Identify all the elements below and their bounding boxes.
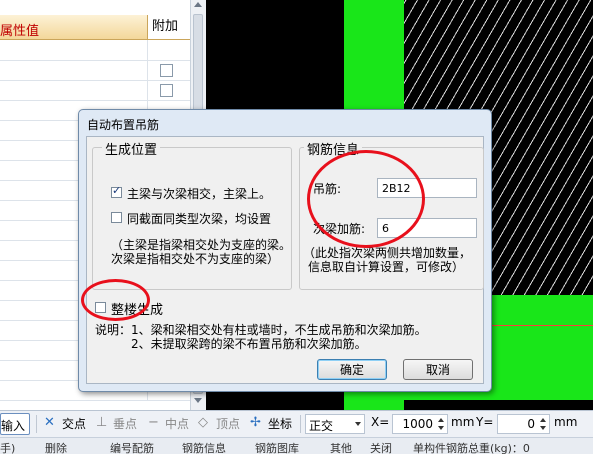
toolbar2-item[interactable]: 删除 [45,440,67,454]
auto-hanger-dialog: 自动布置吊筋 生成位置 主梁与次梁相交，主梁上。 同截面同类型次梁，均设置 （主… [78,109,492,392]
property-row[interactable] [0,60,190,81]
y-coordinate-value: 0 [527,417,535,431]
snap-toolbar: 输入 ✕ 交点 ⊥ 垂点 − 中点 ◇ 顶点 ✢ 坐标 正交 X= 1000 m… [0,410,593,438]
toolbar-separator [36,415,37,433]
midpoint-snap-icon[interactable]: − [148,415,159,430]
spin-up-icon[interactable] [438,418,444,422]
y-coordinate-input[interactable]: 0 [497,414,550,434]
cancel-button[interactable]: 取消 [403,359,473,380]
extra-checkbox[interactable] [160,84,173,97]
ortho-mode-value: 正交 [309,419,334,433]
column-header-extra: 附加 [147,15,190,39]
toolbar2-item: 单构件钢筋总重(kg)：0 [413,442,530,454]
property-row[interactable] [0,40,190,61]
rebar-note-line1: （此处指次梁两侧共增加数量， [303,246,472,260]
ok-button[interactable]: 确定 [317,359,387,380]
vertex-snap-icon[interactable]: ◇ [198,415,208,430]
coordinate-snap[interactable]: 坐标 [268,415,292,432]
toolbar2-item[interactable]: 钢筋信息 [182,440,226,454]
toolbar2-item[interactable]: 编号配筋 [110,440,154,454]
toolbar-separator [300,415,301,433]
position-note-line2: 次梁是指相交处不为支座的梁） [111,252,280,266]
vertex-snap[interactable]: 顶点 [216,415,240,432]
dropdown-arrow-icon [355,422,361,426]
annotation-circle-rebar [307,150,425,248]
intersection-snap-icon[interactable]: ✕ [44,415,55,430]
extra-checkbox[interactable] [160,64,173,77]
dialog-body: 生成位置 主梁与次梁相交，主梁上。 同截面同类型次梁，均设置 （主梁是指梁相交处… [86,136,484,384]
x-coordinate-input[interactable]: 1000 [392,414,448,434]
x-unit: mm [451,415,475,429]
x-label: X= [371,415,390,429]
position-group: 生成位置 主梁与次梁相交，主梁上。 同截面同类型次梁，均设置 （主梁是指梁相交处… [92,139,292,290]
toolbar2-item[interactable]: 钢筋图库 [255,440,299,454]
column-header-value: 属性值 [0,24,40,39]
perpendicular-snap[interactable]: 垂点 [113,415,137,432]
scroll-up-arrow-icon[interactable] [194,2,202,7]
intersection-snap[interactable]: 交点 [62,415,86,432]
annotation-circle-whole-floor [81,279,150,321]
input-button-label: 输入 [1,419,26,433]
same-type-checkbox[interactable] [111,212,122,223]
main-secondary-checkbox[interactable] [111,184,122,198]
property-grid-header: 属性值 附加 [0,15,190,40]
input-button[interactable]: 输入 [0,413,30,435]
explain-line1: 说明：1、梁和梁相交处有柱或墙时，不生成吊筋和次梁加筋。 [95,323,427,337]
scroll-down-arrow-icon[interactable] [194,398,202,403]
spin-down-icon[interactable] [540,426,546,430]
position-group-title: 生成位置 [102,139,161,158]
toolbar2-item[interactable]: 手) [0,440,15,454]
rebar-note-line2: 信息取自计算设置，可修改） [308,260,465,274]
same-type-label: 同截面同类型次梁，均设置 [127,212,272,226]
y-label: Y= [476,415,494,429]
dialog-title: 自动布置吊筋 [87,118,160,132]
toolbar2-item[interactable]: 其他 [330,440,352,454]
coordinate-snap-icon[interactable]: ✢ [250,415,261,430]
y-unit: mm [554,415,578,429]
midpoint-snap[interactable]: 中点 [165,415,189,432]
x-coordinate-value: 1000 [402,417,433,431]
toolbar2-item[interactable]: 关闭 [370,440,392,454]
property-row[interactable] [0,80,190,101]
spin-down-icon[interactable] [438,426,444,430]
explain-line2: 2、未提取梁跨的梁不布置吊筋和次梁加筋。 [131,337,367,351]
main-secondary-label: 主梁与次梁相交，主梁上。 [127,187,272,201]
position-note-line1: （主梁是指梁相交处为支座的梁。 [111,238,292,252]
ortho-mode-select[interactable]: 正交 [305,414,365,434]
edit-toolbar: 手) 删除 编号配筋 钢筋信息 钢筋图库 其他 关闭 单构件钢筋总重(kg)：0 [0,437,593,454]
spin-up-icon[interactable] [540,418,546,422]
perpendicular-snap-icon[interactable]: ⊥ [96,415,107,430]
